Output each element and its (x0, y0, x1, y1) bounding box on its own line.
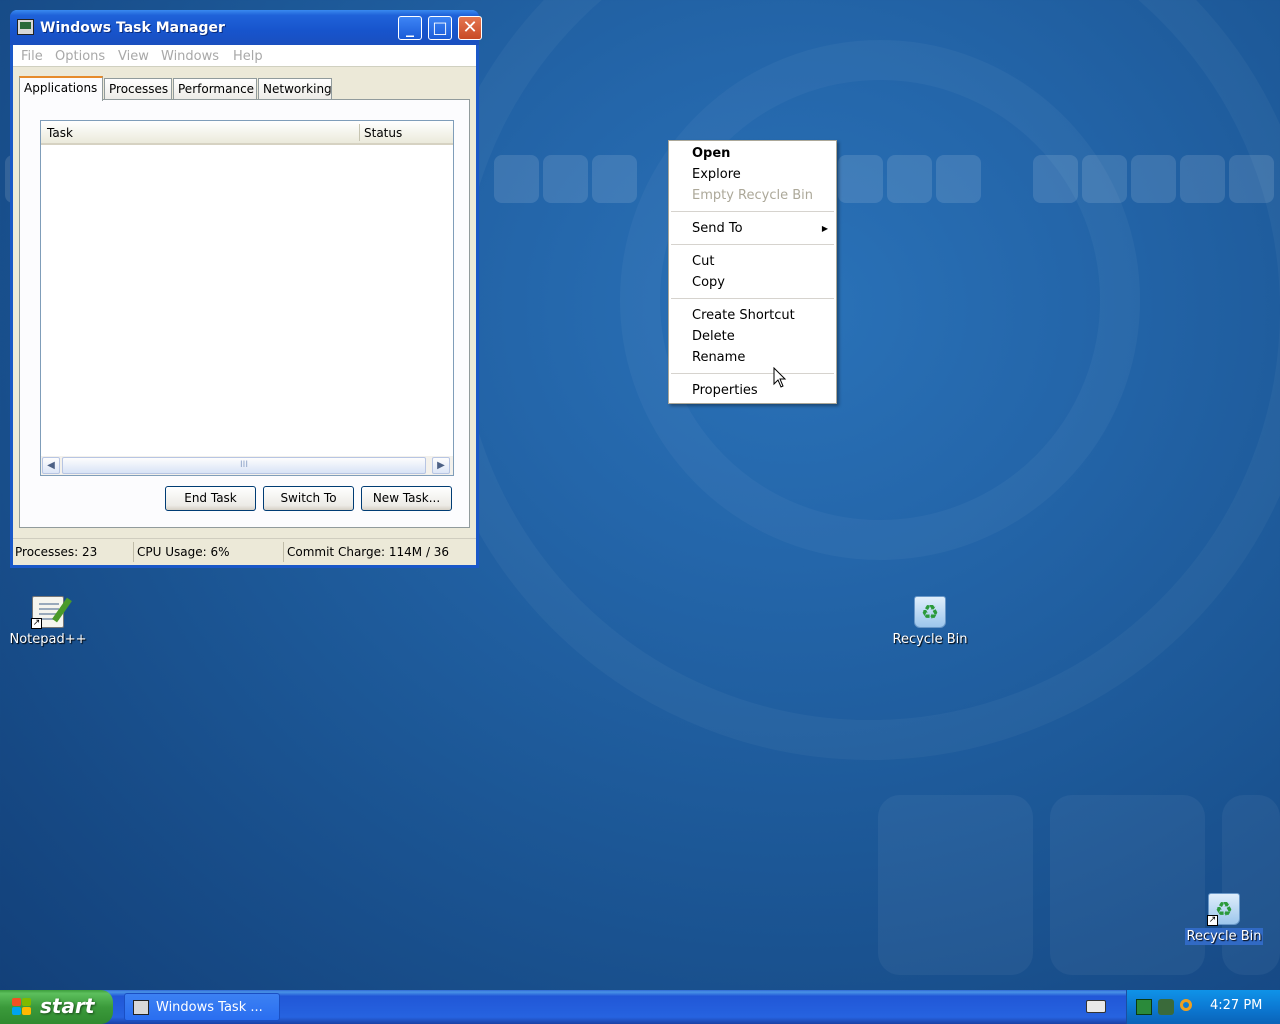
maximize-button[interactable]: □ (428, 16, 452, 40)
menu-divider (671, 373, 834, 374)
tab-performance[interactable]: Performance (173, 78, 257, 100)
scroll-thumb[interactable]: III (62, 457, 426, 474)
submenu-arrow-icon: ▶ (821, 224, 828, 233)
windows-logo-icon (12, 998, 32, 1016)
tab-networking[interactable]: Networking (258, 78, 332, 100)
shortcut-arrow-icon: ↗ (1207, 915, 1218, 926)
scroll-right-button[interactable]: ▶ (432, 457, 450, 474)
status-processes: Processes: 23 (15, 545, 98, 559)
recycle-bin-icon (914, 596, 946, 628)
wallpaper-big-tile (1050, 795, 1205, 975)
context-menu: Open Explore Empty Recycle Bin Send To ▶… (668, 140, 837, 404)
desktop-icon-recycle-bin-shortcut[interactable]: ↗ Recycle Bin (1179, 893, 1269, 945)
taskbar-button-task-manager[interactable]: Windows Task ... (124, 993, 280, 1021)
close-button[interactable]: ✕ (458, 16, 482, 40)
menu-item-label: Send To (692, 221, 743, 236)
menu-item-properties[interactable]: Properties (669, 380, 836, 401)
menu-windows[interactable]: Windows (161, 49, 219, 64)
menu-item-explore[interactable]: Explore (669, 164, 836, 185)
wallpaper-big-tile (1222, 795, 1280, 975)
menu-item-empty-recycle-bin: Empty Recycle Bin (692, 188, 813, 203)
minimize-button[interactable]: _ (398, 16, 422, 40)
desktop-icon-label: Recycle Bin (892, 632, 968, 647)
tab-processes[interactable]: Processes (104, 78, 172, 100)
menu-options[interactable]: Options (55, 49, 105, 64)
taskbar-button-label: Windows Task ... (156, 1000, 263, 1015)
start-label: start (40, 994, 95, 1018)
tab-applications[interactable]: Applications (19, 76, 103, 101)
menu-item-rename[interactable]: Rename (669, 347, 836, 368)
menu-divider (671, 244, 834, 245)
wallpaper-big-tile (878, 795, 1033, 975)
status-separator (133, 542, 134, 562)
menu-divider (671, 298, 834, 299)
window-title: Windows Task Manager (40, 20, 225, 36)
search-icon[interactable] (1180, 999, 1192, 1011)
menu-item-copy[interactable]: Copy (669, 272, 836, 293)
status-separator (283, 542, 284, 562)
start-button[interactable]: start (0, 990, 113, 1024)
title-bar[interactable]: Windows Task Manager _ □ ✕ (10, 10, 482, 45)
menu-item-send-to[interactable]: Send To ▶ (669, 218, 836, 239)
network-icon[interactable] (1158, 999, 1174, 1015)
switch-to-button[interactable]: Switch To (263, 486, 354, 511)
column-task[interactable]: Task (47, 126, 73, 140)
scroll-left-button[interactable]: ◀ (42, 457, 60, 474)
system-tray: 4:27 PM (1126, 990, 1280, 1024)
clock[interactable]: 4:27 PM (1210, 998, 1262, 1013)
menu-view[interactable]: View (118, 49, 149, 64)
menu-item-open[interactable]: Open (669, 143, 836, 164)
menu-item-cut[interactable]: Cut (669, 251, 836, 272)
horizontal-scrollbar[interactable]: ◀ III ▶ (41, 456, 453, 475)
menu-item-create-shortcut[interactable]: Create Shortcut (669, 305, 836, 326)
column-separator[interactable] (359, 124, 360, 141)
desktop-icon-label: Notepad++ (9, 632, 87, 647)
column-status[interactable]: Status (364, 126, 402, 140)
desktop-icon-notepad[interactable]: ↗ Notepad++ (3, 596, 93, 647)
menu-bar: File Options View Windows Help (13, 45, 476, 67)
task-manager-icon (17, 19, 34, 35)
new-task-button[interactable]: New Task... (361, 486, 452, 511)
applications-panel: Task Status ◀ III ▶ End Task Switch To N… (19, 99, 470, 528)
status-commit: Commit Charge: 114M / 36 (287, 545, 450, 559)
recycle-bin-icon: ↗ (1207, 893, 1240, 926)
taskbar: start Windows Task ... 4:27 PM (0, 990, 1280, 1024)
tray-app-icon[interactable] (1136, 999, 1152, 1015)
end-task-button[interactable]: End Task (165, 486, 256, 511)
notepad-icon: ↗ (31, 596, 64, 629)
desktop-icon-recycle-bin[interactable]: Recycle Bin (885, 596, 975, 647)
menu-divider (671, 211, 834, 212)
menu-item-delete[interactable]: Delete (669, 326, 836, 347)
mouse-cursor-icon (773, 367, 787, 388)
list-header: Task Status (41, 121, 453, 145)
task-list[interactable]: Task Status ◀ III ▶ (40, 120, 454, 476)
task-manager-icon (133, 1000, 149, 1015)
task-manager-window[interactable]: Windows Task Manager _ □ ✕ File Options … (10, 10, 482, 568)
menu-file[interactable]: File (21, 49, 43, 64)
keyboard-icon[interactable] (1086, 1000, 1106, 1013)
status-bar: Processes: 23 CPU Usage: 6% Commit Charg… (13, 538, 476, 565)
menu-help[interactable]: Help (233, 49, 263, 64)
status-cpu: CPU Usage: 6% (137, 545, 230, 559)
desktop-icon-label: Recycle Bin (1184, 928, 1264, 945)
shortcut-arrow-icon: ↗ (31, 618, 42, 629)
